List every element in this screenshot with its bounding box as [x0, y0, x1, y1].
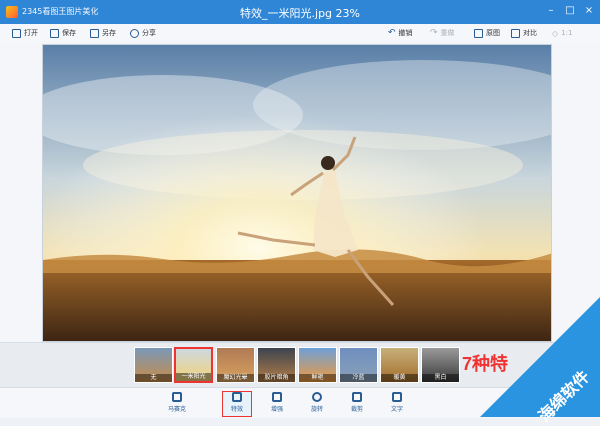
effect-thumb-label: 暖黄 [381, 374, 418, 382]
effect-thumb-label: 鲜艳 [299, 374, 336, 382]
share-button[interactable]: 分享 [130, 27, 156, 39]
photo-image [43, 45, 551, 341]
crop-button[interactable]: 裁剪 [342, 391, 372, 417]
effect-thumb-label: 魔幻光晕 [217, 374, 254, 382]
close-button[interactable]: × [582, 4, 596, 18]
effect-thumb[interactable]: 魔幻光晕 [216, 347, 255, 383]
compare-icon [511, 28, 520, 38]
mosaic-icon [172, 392, 182, 402]
open-label: 打开 [24, 29, 38, 37]
save-as-button[interactable]: 另存 [90, 27, 116, 39]
save-label: 保存 [62, 29, 76, 37]
rotate-icon [312, 392, 322, 402]
enhance-label: 增强 [270, 406, 283, 413]
image-icon [474, 28, 483, 38]
text-icon [392, 392, 402, 402]
undo-button[interactable]: ↶ 撤销 [388, 27, 413, 39]
effect-thumb[interactable]: 冷蓝 [339, 347, 378, 383]
save-as-label: 另存 [102, 29, 116, 37]
effect-thumb-label: 黑白 [422, 374, 459, 382]
crop-icon [352, 392, 362, 402]
maximize-button[interactable]: □ [563, 4, 577, 18]
rotate-button[interactable]: 旋转 [302, 391, 332, 417]
undo-arrow-icon: ↶ [388, 28, 396, 38]
crop-label: 裁剪 [350, 406, 363, 413]
magic-wand-icon [232, 392, 242, 402]
actual-size-button[interactable]: ◇ 1:1 [552, 27, 572, 39]
redo-button[interactable]: ↷ 重做 [430, 27, 455, 39]
effects-label: 特效 [230, 406, 243, 413]
text-label: 文字 [390, 406, 403, 413]
redo-arrow-icon: ↷ [430, 28, 438, 38]
compare-button[interactable]: 对比 [511, 27, 537, 39]
effect-thumb[interactable]: 胶片暗角 [257, 347, 296, 383]
original-label: 原图 [486, 29, 500, 37]
folder-icon [12, 28, 21, 38]
effect-thumb-label: 一米阳光 [176, 373, 211, 381]
mosaic-button[interactable]: 马赛克 [162, 391, 192, 417]
rotate-label: 旋转 [310, 406, 323, 413]
diamond-icon: ◇ [552, 28, 559, 38]
effect-thumb-selected[interactable]: 一米阳光 [174, 347, 213, 383]
effect-thumb-label: 无 [135, 374, 172, 382]
enhance-button[interactable]: 增强 [262, 391, 292, 417]
window-title: 特效_一米阳光.jpg 23% [240, 7, 360, 20]
share-label: 分享 [142, 29, 156, 37]
title-bar: 2345看图王图片美化 特效_一米阳光.jpg 23% – □ × [0, 0, 600, 24]
save-as-icon [90, 28, 99, 38]
corner-watermark [480, 297, 600, 417]
share-icon [130, 28, 139, 38]
open-button[interactable]: 打开 [12, 27, 38, 39]
original-button[interactable]: 原图 [474, 27, 500, 39]
effect-thumb[interactable]: 黑白 [421, 347, 460, 383]
redo-label: 重做 [440, 29, 455, 37]
effects-button[interactable]: 特效 [222, 391, 252, 417]
effect-thumb-label: 胶片暗角 [258, 374, 295, 382]
edited-photo[interactable] [42, 44, 552, 342]
minimize-button[interactable]: – [544, 4, 558, 18]
save-button[interactable]: 保存 [50, 27, 76, 39]
effect-thumb[interactable]: 鲜艳 [298, 347, 337, 383]
save-icon [50, 28, 59, 38]
undo-label: 撤销 [398, 29, 413, 37]
effect-thumb-label: 冷蓝 [340, 374, 377, 382]
compare-label: 对比 [523, 29, 537, 37]
ratio-label: 1:1 [561, 29, 573, 37]
sliders-icon [272, 392, 282, 402]
text-button[interactable]: 文字 [382, 391, 412, 417]
effect-thumb[interactable]: 暖黄 [380, 347, 419, 383]
mosaic-label: 马赛克 [167, 406, 186, 413]
effect-thumb[interactable]: 无 [134, 347, 173, 383]
top-toolbar: 打开 保存 另存 分享 ↶ 撤销 ↷ 重做 原图 对比 ◇ 1:1 [0, 24, 600, 43]
